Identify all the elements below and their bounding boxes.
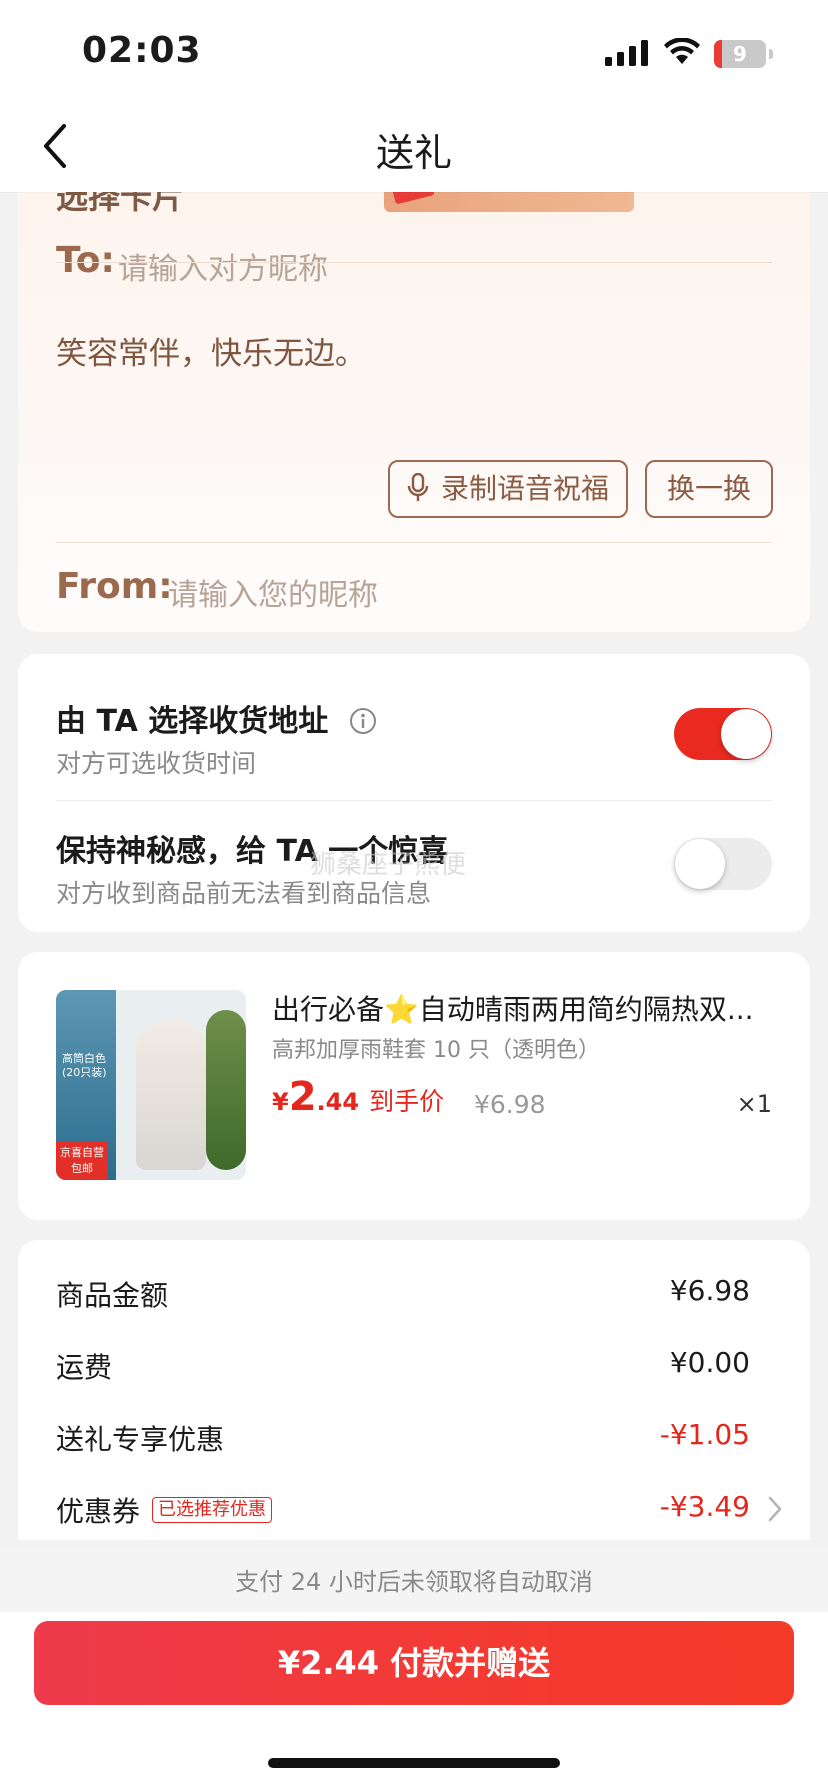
swap-message-button[interactable]: 换一换 [645,460,773,518]
final-price: ¥2.44 到手价 [272,1074,444,1120]
coupon-label: 优惠券 [56,1495,141,1528]
pay-and-gift-button[interactable]: ¥2.44 付款并赠送 [34,1621,794,1705]
greeting-message[interactable]: 笑容常伴，快乐无边。 [56,328,366,373]
cellular-signal-icon [605,40,648,66]
summary-value: -¥3.49 [659,1490,750,1523]
greeting-card: 选择卡片 To: 请输入对方昵称 笑容常伴，快乐无边。 录制语音祝福 换一换 F… [18,150,810,632]
summary-value: ¥6.98 [669,1274,750,1307]
to-label: To: [56,240,115,281]
battery-level: 9 [733,42,747,66]
summary-label: 优惠券 已选推荐优惠 [56,1490,273,1530]
from-label: From: [56,566,173,607]
product-spec: 高邦加厚雨鞋套 10 只（透明色） [272,1038,600,1063]
price-integer: 2 [288,1074,317,1120]
free-shipping-badge: 京喜自营 包邮 [56,1142,108,1180]
record-voice-button[interactable]: 录制语音祝福 [388,460,628,518]
summary-label: 运费 [56,1351,113,1384]
status-time: 02:03 [82,30,202,71]
page-title: 送礼 [375,131,452,175]
product-thumbnail[interactable]: 高筒白色 (20只装) 京喜自营 包邮 [56,990,246,1180]
summary-label: 送礼专享优惠 [56,1423,225,1456]
battery-icon: 9 [714,40,773,68]
nav-bar: 送礼 [0,100,828,192]
divider [56,800,772,801]
mystery-toggle[interactable] [674,838,772,890]
product-name[interactable]: 出行必备⭐自动晴雨两用简约隔热双... [272,988,772,1028]
auto-cancel-notice: 支付 24 小时后未领取将自动取消 [235,1568,593,1596]
option-address-label: 由 TA 选择收货地址 [56,704,329,739]
quantity: ×1 [736,1090,772,1118]
summary-value: -¥1.05 [659,1418,750,1451]
summary-label: 商品金额 [56,1279,169,1312]
summary-row-shipping: 运费 ¥0.00 [56,1346,750,1390]
summary-value: ¥0.00 [669,1346,750,1379]
chevron-right-icon[interactable] [766,1494,784,1524]
wifi-icon [664,38,700,64]
summary-row-gift-discount: 送礼专享优惠 -¥1.05 [56,1418,750,1462]
address-toggle[interactable] [674,708,772,760]
option-address-subtitle: 对方可选收货时间 [56,749,257,778]
price-symbol: ¥ [272,1088,289,1116]
option-address-title: 由 TA 选择收货地址 [56,696,377,740]
summary-row-subtotal: 商品金额 ¥6.98 [56,1274,750,1318]
checkout-footer: 支付 24 小时后未领取将自动取消 ¥2.44 付款并赠送 [0,1548,828,1792]
order-summary-card: 商品金额 ¥6.98 运费 ¥0.00 送礼专享优惠 -¥1.05 优惠券 已选推… [18,1240,810,1540]
divider [56,262,772,263]
price-decimal: .44 [316,1088,360,1116]
coupon-tag: 已选推荐优惠 [152,1497,273,1523]
watermark: 狮桑座子熊便 [310,850,467,880]
recipient-nickname-input[interactable]: 请输入对方昵称 [118,244,328,288]
product-card[interactable]: 高筒白色 (20只装) 京喜自营 包邮 出行必备⭐自动晴雨两用简约隔热双... … [18,952,810,1220]
gift-options-card: 由 TA 选择收货地址 对方可选收货时间 保持神秘感，给 TA 一个惊喜 对方收… [18,654,810,932]
price-label: 到手价 [369,1087,445,1116]
info-icon[interactable] [349,707,377,735]
record-voice-label: 录制语音祝福 [440,472,609,505]
summary-row-coupon[interactable]: 优惠券 已选推荐优惠 -¥3.49 [56,1490,782,1534]
thumb-box-text: 高筒白色 (20只装) [62,1052,107,1079]
divider [56,542,772,543]
sender-nickname-input[interactable]: 请输入您的昵称 [168,570,378,614]
microphone-icon [407,472,429,501]
status-bar: 02:03 9 [0,0,828,100]
original-price: ¥6.98 [474,1090,546,1119]
home-indicator[interactable] [268,1758,560,1768]
